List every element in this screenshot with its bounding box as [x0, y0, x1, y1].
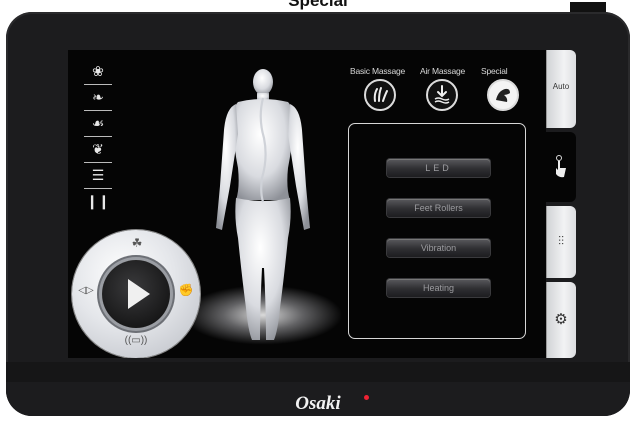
vibration-button[interactable]: Vibration [387, 239, 490, 257]
play-icon [128, 279, 150, 309]
hand-flat-icon[interactable]: ☰ [82, 164, 114, 190]
width-adjust-icon[interactable]: ◁▷ [76, 285, 96, 296]
air-down-arrow-icon [434, 85, 450, 104]
side-tab-auto[interactable]: Auto [546, 50, 576, 128]
brand-logo-text: Osaki [295, 393, 341, 414]
auto-icon: Auto [552, 82, 570, 91]
side-tab-touch[interactable] [546, 132, 576, 202]
hands-massage-icon [373, 87, 388, 102]
led-button[interactable]: LED [387, 159, 490, 177]
play-button[interactable] [102, 260, 170, 328]
special-options-panel: LED Feet Rollers Vibration Heating [348, 123, 526, 339]
tab-basic-massage-label: Basic Massage [350, 66, 406, 76]
heading-tab-marker [570, 2, 606, 12]
heating-button[interactable]: Heating [387, 279, 490, 297]
sliders-icon: ⫶⫶ [557, 234, 564, 248]
control-dial[interactable]: ☘ ◁▷ ✊ ((▭)) [72, 230, 200, 358]
feet-icon[interactable]: ❙❙ [82, 190, 114, 216]
tab-special-label: Special [481, 66, 508, 76]
feet-rollers-button[interactable]: Feet Rollers [387, 199, 490, 217]
special-hand-icon [496, 88, 510, 102]
side-tab-settings-sliders[interactable]: ⫶⫶ [546, 206, 576, 278]
hands-rolling-icon[interactable]: ❦ [82, 138, 114, 164]
gear-icon: ⚙ [554, 311, 568, 328]
hands-kneading-icon[interactable]: ❀ [82, 60, 114, 86]
hands-shiatsu-icon[interactable]: ☙ [82, 112, 114, 138]
tab-air-massage-label: Air Massage [420, 66, 466, 76]
side-tab-gear[interactable]: ⚙ [546, 282, 576, 358]
page-heading: Special [288, 0, 348, 10]
body-figure [216, 69, 310, 340]
tab-air-massage[interactable] [426, 79, 458, 111]
brand-logo-dot [364, 395, 369, 400]
vibration-icon[interactable]: ((▭)) [114, 335, 158, 346]
tab-basic-massage[interactable] [364, 79, 396, 111]
screen: ❀ ❧ ☙ ❦ ☰ ❙❙ ☘ ◁▷ ✊ ((▭)) Basic Massage … [68, 50, 546, 358]
tab-special[interactable] [487, 79, 519, 111]
kneading-hand-icon[interactable]: ✊ [176, 283, 196, 297]
intensity-icon[interactable]: ☘ [120, 236, 154, 250]
hands-tapping-icon[interactable]: ❧ [82, 86, 114, 112]
technique-icon-column: ❀ ❧ ☙ ❦ ☰ ❙❙ [82, 60, 114, 216]
side-tab-rail: Auto ⫶⫶ ⚙ [546, 50, 576, 358]
device-chin [6, 362, 630, 382]
touch-hand-icon [556, 155, 566, 178]
